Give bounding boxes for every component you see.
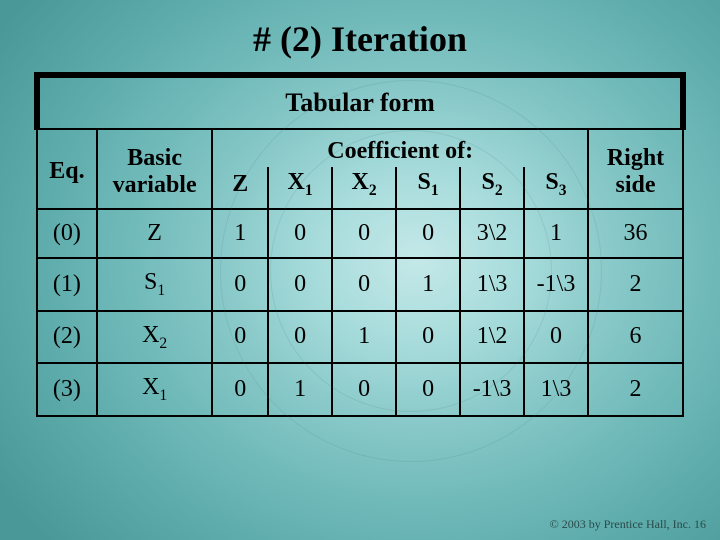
header-s3: S3 <box>524 167 588 209</box>
table-caption: Tabular form <box>37 75 683 129</box>
cell: 0 <box>332 258 396 311</box>
cell: 1 <box>332 311 396 364</box>
cell: 0 <box>396 311 460 364</box>
header-s2: S2 <box>460 167 524 209</box>
cell-right: 2 <box>588 363 683 416</box>
table-row: (0) Z 1 0 0 0 3\2 1 36 <box>37 209 683 258</box>
cell: 0 <box>268 311 332 364</box>
cell: 1 <box>396 258 460 311</box>
cell: 1\3 <box>524 363 588 416</box>
cell-right: 6 <box>588 311 683 364</box>
simplex-table: Tabular form Eq. Basic variable Coeffici… <box>34 72 686 417</box>
cell: 0 <box>396 209 460 258</box>
header-coef-of: Coefficient of: <box>212 129 588 167</box>
table-row: (2) X2 0 0 1 0 1\2 0 6 <box>37 311 683 364</box>
header-x2: X2 <box>332 167 396 209</box>
header-s1: S1 <box>396 167 460 209</box>
header-z: Z <box>212 167 268 209</box>
cell: 0 <box>396 363 460 416</box>
header-x1: X1 <box>268 167 332 209</box>
header-basic: Basic variable <box>97 129 213 209</box>
cell: 1 <box>212 209 268 258</box>
cell-basic: X2 <box>97 311 213 364</box>
cell-basic: Z <box>97 209 213 258</box>
page-title: # (2) Iteration <box>0 0 720 72</box>
cell: 1 <box>524 209 588 258</box>
header-eq: Eq. <box>37 129 97 209</box>
cell-right: 36 <box>588 209 683 258</box>
cell: 1\3 <box>460 258 524 311</box>
cell: -1\3 <box>524 258 588 311</box>
cell-eq: (1) <box>37 258 97 311</box>
cell-eq: (3) <box>37 363 97 416</box>
cell-basic: X1 <box>97 363 213 416</box>
cell-right: 2 <box>588 258 683 311</box>
cell: 3\2 <box>460 209 524 258</box>
cell: -1\3 <box>460 363 524 416</box>
cell: 0 <box>268 209 332 258</box>
cell-basic: S1 <box>97 258 213 311</box>
cell-eq: (0) <box>37 209 97 258</box>
cell: 0 <box>332 209 396 258</box>
cell: 0 <box>524 311 588 364</box>
cell: 1\2 <box>460 311 524 364</box>
header-right: Right side <box>588 129 683 209</box>
cell: 0 <box>212 258 268 311</box>
cell: 0 <box>268 258 332 311</box>
table-row: (3) X1 0 1 0 0 -1\3 1\3 2 <box>37 363 683 416</box>
cell: 0 <box>332 363 396 416</box>
cell-eq: (2) <box>37 311 97 364</box>
footer-copyright: © 2003 by Prentice Hall, Inc. 16 <box>550 517 706 532</box>
cell: 0 <box>212 363 268 416</box>
cell: 0 <box>212 311 268 364</box>
table-row: (1) S1 0 0 0 1 1\3 -1\3 2 <box>37 258 683 311</box>
cell: 1 <box>268 363 332 416</box>
